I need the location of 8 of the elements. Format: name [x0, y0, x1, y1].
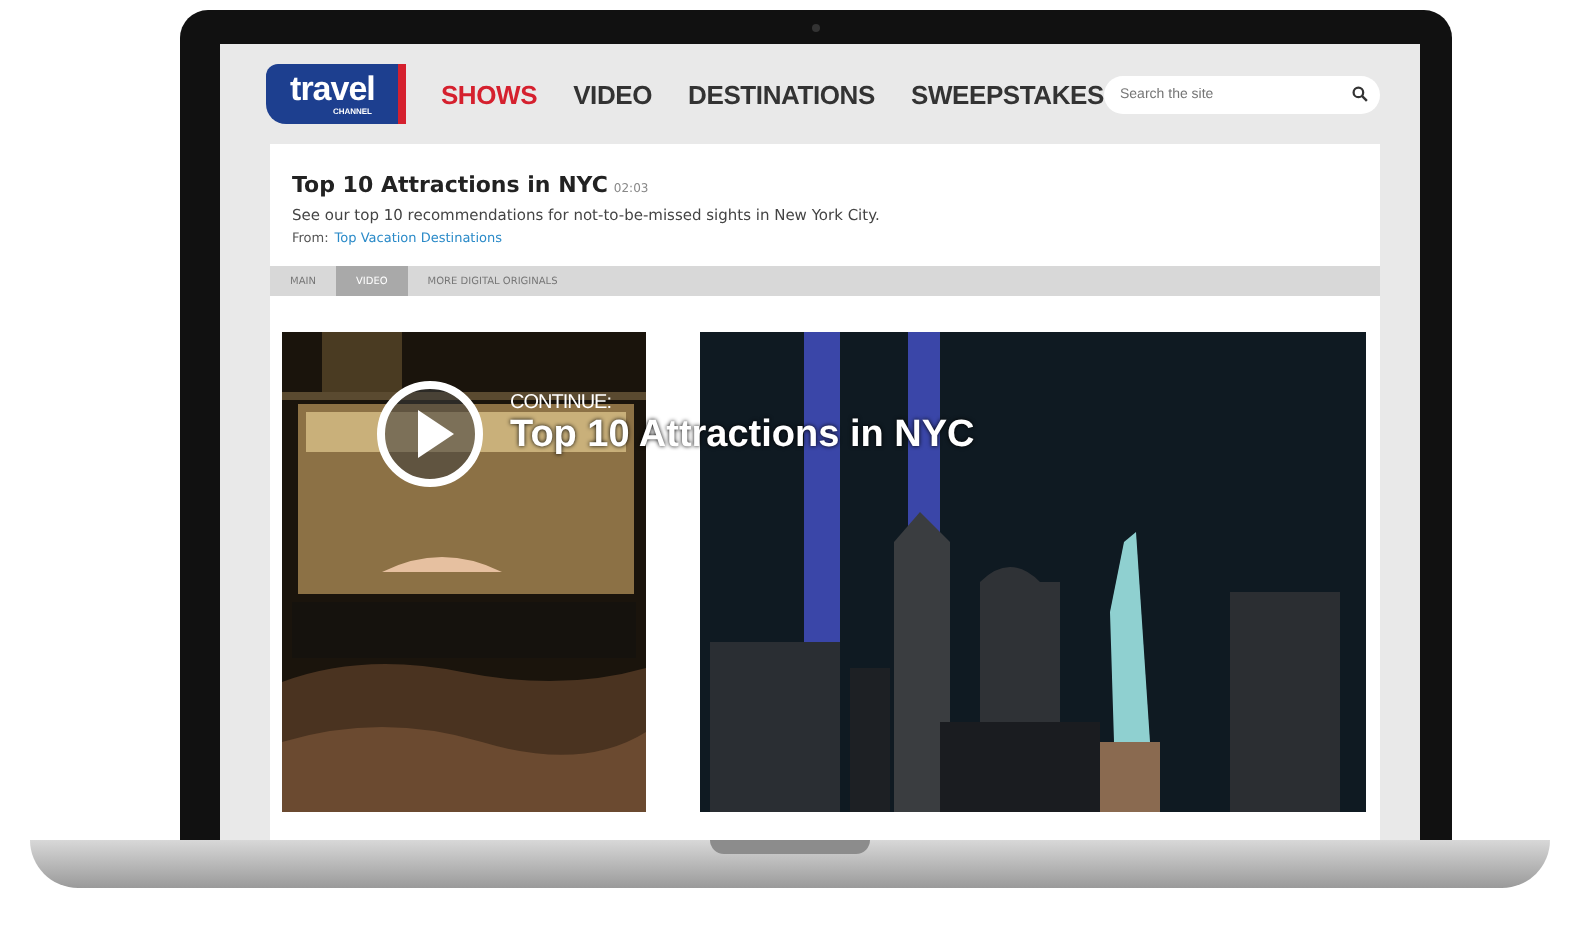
nav-link[interactable]: SHOWS: [440, 79, 538, 109]
search-icon[interactable]: [1352, 86, 1368, 102]
play-icon[interactable]: [376, 380, 484, 488]
nav-link[interactable]: VIDEO: [573, 79, 653, 109]
nav-link[interactable]: DESTINATIONS: [688, 79, 875, 109]
continue-label: CONTINUE:: [510, 391, 613, 413]
nav-link[interactable]: SWEEPSTAKES: [910, 79, 1104, 109]
video-title: Top 10 Attractions in NYC: [292, 172, 608, 198]
